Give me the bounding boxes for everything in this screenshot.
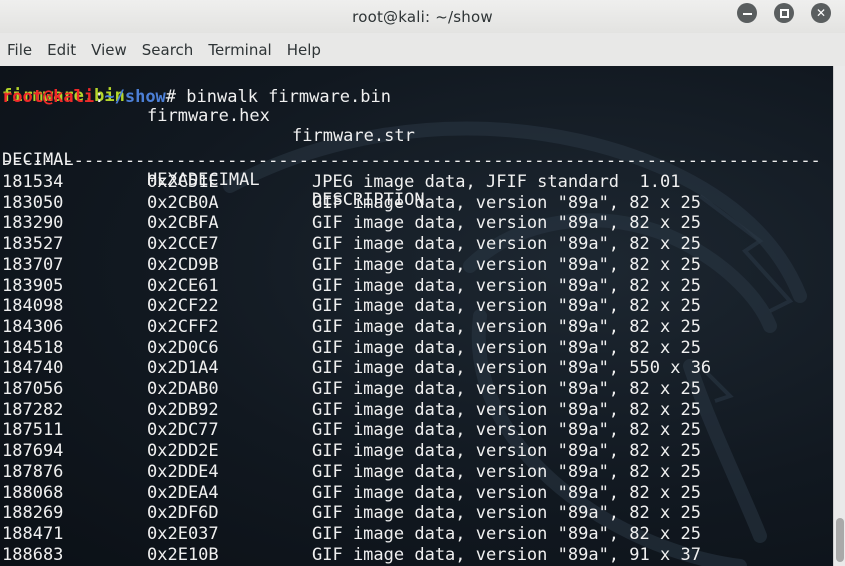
maximize-icon bbox=[779, 8, 789, 18]
cell-description: GIF image data, version "89a", 82 x 25 bbox=[312, 420, 701, 441]
cell-description: GIF image data, version "89a", 82 x 25 bbox=[312, 234, 701, 255]
cell-hexadecimal: 0x2CBFA bbox=[147, 213, 219, 234]
cell-hexadecimal: 0x2E10B bbox=[147, 544, 219, 565]
menu-edit[interactable]: Edit bbox=[47, 41, 76, 59]
cell-decimal: 187056 bbox=[2, 379, 64, 399]
cell-hexadecimal: 0x2DAB0 bbox=[147, 379, 219, 399]
cell-hexadecimal: 0x2DF6D bbox=[147, 503, 219, 524]
prompt-command: binwalk firmware.bin bbox=[176, 87, 391, 107]
cell-decimal: 187282 bbox=[2, 399, 64, 420]
cell-decimal: 187876 bbox=[2, 461, 64, 482]
cell-description: JPEG image data, JFIF standard 1.01 bbox=[312, 172, 681, 192]
minimize-button[interactable] bbox=[737, 3, 757, 23]
cell-description: GIF image data, version "89a", 82 x 25 bbox=[312, 296, 701, 317]
cell-decimal: 183050 bbox=[2, 192, 64, 213]
cell-hexadecimal: 0x2D1A4 bbox=[147, 358, 219, 379]
prompt-colon: : bbox=[94, 87, 105, 107]
cell-hexadecimal: 0x2DD2E bbox=[147, 441, 219, 462]
terminal-output[interactable]: firmware.bin firmware.hex firmware.str r… bbox=[0, 66, 833, 566]
cell-hexadecimal: 0x2CD9B bbox=[147, 254, 219, 275]
cell-hexadecimal: 0x2DEA4 bbox=[147, 482, 219, 503]
scrollbar[interactable] bbox=[833, 66, 845, 566]
cell-hexadecimal: 0x2DB92 bbox=[147, 399, 219, 420]
cell-description: GIF image data, version "89a", 550 x 36 bbox=[312, 358, 712, 379]
cell-hexadecimal: 0x2CF22 bbox=[147, 296, 219, 317]
ls-output-line: firmware.bin firmware.hex firmware.str bbox=[2, 66, 415, 146]
prompt-symbol: # bbox=[165, 87, 177, 107]
cell-decimal: 183527 bbox=[2, 234, 64, 255]
minimize-icon bbox=[742, 13, 752, 15]
separator-line: ----------------------------------------… bbox=[2, 151, 821, 171]
cell-decimal: 181534 bbox=[2, 172, 64, 192]
cell-decimal: 188068 bbox=[2, 482, 64, 503]
cell-decimal: 184518 bbox=[2, 337, 64, 358]
prompt-user-host: root@kali bbox=[2, 87, 95, 107]
menu-help[interactable]: Help bbox=[287, 41, 321, 59]
cell-hexadecimal: 0x2DDE4 bbox=[147, 461, 219, 482]
cell-description: GIF image data, version "89a", 82 x 25 bbox=[312, 213, 701, 234]
cell-description: GIF image data, version "89a", 82 x 25 bbox=[312, 482, 701, 503]
cell-hexadecimal: 0x2CB0A bbox=[147, 192, 219, 213]
cell-hexadecimal: 0x2C51E bbox=[147, 172, 219, 192]
window-title: root@kali: ~/show bbox=[352, 7, 493, 26]
cell-decimal: 184098 bbox=[2, 296, 64, 317]
cell-description: GIF image data, version "89a", 82 x 25 bbox=[312, 192, 701, 213]
cell-description: GIF image data, version "89a", 82 x 25 bbox=[312, 523, 701, 544]
prompt-line: root@kali:~/show# binwalk firmware.bin bbox=[2, 87, 391, 107]
close-icon: ✕ bbox=[815, 6, 827, 20]
cell-description: GIF image data, version "89a", 82 x 25 bbox=[312, 316, 701, 337]
cell-hexadecimal: 0x2DC77 bbox=[147, 420, 219, 441]
menu-terminal[interactable]: Terminal bbox=[208, 41, 271, 59]
cell-decimal: 188683 bbox=[2, 544, 64, 565]
menu-bar: File Edit View Search Terminal Help bbox=[0, 33, 845, 66]
cell-description: GIF image data, version "89a", 82 x 25 bbox=[312, 275, 701, 296]
table-header: DECIMAL HEXADECIMAL DESCRIPTION bbox=[2, 130, 425, 210]
prompt-path: ~/show bbox=[104, 87, 166, 107]
menu-view[interactable]: View bbox=[91, 41, 127, 59]
cell-description: GIF image data, version "89a", 82 x 25 bbox=[312, 379, 701, 399]
scrollbar-thumb[interactable] bbox=[836, 518, 844, 562]
cell-hexadecimal: 0x2CFF2 bbox=[147, 316, 219, 337]
cell-decimal: 183707 bbox=[2, 254, 64, 275]
cell-decimal: 188471 bbox=[2, 523, 64, 544]
cell-decimal: 187511 bbox=[2, 420, 64, 441]
title-bar: root@kali: ~/show ✕ bbox=[0, 0, 845, 33]
cell-description: GIF image data, version "89a", 82 x 25 bbox=[312, 337, 701, 358]
cell-hexadecimal: 0x2E037 bbox=[147, 523, 219, 544]
cell-decimal: 183905 bbox=[2, 275, 64, 296]
cell-description: GIF image data, version "89a", 82 x 25 bbox=[312, 399, 701, 420]
menu-search[interactable]: Search bbox=[142, 41, 194, 59]
cell-description: GIF image data, version "89a", 82 x 25 bbox=[312, 441, 701, 462]
ls-file: firmware.hex bbox=[147, 106, 270, 126]
ls-file: firmware.str bbox=[292, 126, 415, 146]
cell-hexadecimal: 0x2CE61 bbox=[147, 275, 219, 296]
window-controls: ✕ bbox=[737, 3, 831, 23]
cell-hexadecimal: 0x2CCE7 bbox=[147, 234, 219, 255]
close-button[interactable]: ✕ bbox=[811, 3, 831, 23]
cell-decimal: 183290 bbox=[2, 213, 64, 234]
cell-decimal: 184740 bbox=[2, 358, 64, 379]
cell-decimal: 187694 bbox=[2, 441, 64, 462]
cell-decimal: 188269 bbox=[2, 503, 64, 524]
cell-decimal: 184306 bbox=[2, 316, 64, 337]
cell-description: GIF image data, version "89a", 82 x 25 bbox=[312, 461, 701, 482]
cell-description: GIF image data, version "89a", 82 x 25 bbox=[312, 254, 701, 275]
maximize-button[interactable] bbox=[774, 3, 794, 23]
cell-description: GIF image data, version "89a", 82 x 25 bbox=[312, 503, 701, 524]
cell-hexadecimal: 0x2D0C6 bbox=[147, 337, 219, 358]
cell-description: GIF image data, version "89a", 91 x 37 bbox=[312, 544, 701, 565]
menu-file[interactable]: File bbox=[7, 41, 32, 59]
